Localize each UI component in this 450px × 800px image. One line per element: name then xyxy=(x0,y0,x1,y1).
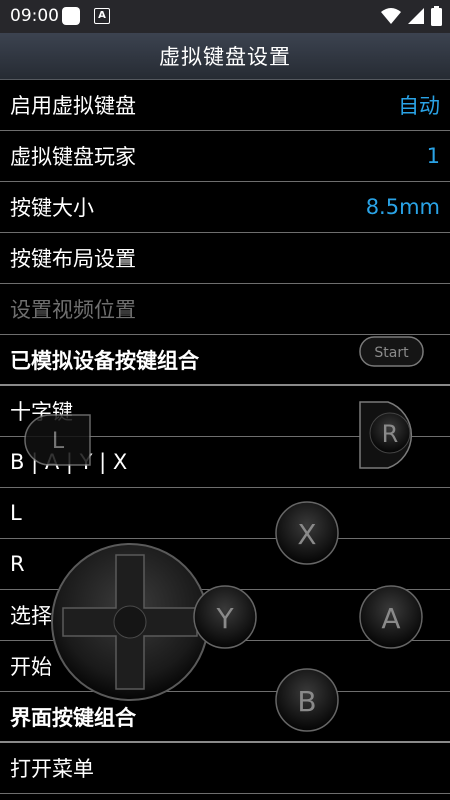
status-time: 09:00 xyxy=(10,6,59,26)
settings-row[interactable]: 打开菜单 xyxy=(0,743,450,794)
status-icons xyxy=(381,6,442,26)
settings-row-label: R xyxy=(10,552,25,576)
notification-badge: A xyxy=(94,8,110,24)
settings-row-label: 十字键 xyxy=(10,400,73,424)
settings-section-header: 界面按键组合 xyxy=(0,692,450,743)
settings-row[interactable]: 启用虚拟键盘 自动 xyxy=(0,80,450,131)
settings-row-label: L xyxy=(10,501,22,525)
settings-row-value: 自动 xyxy=(398,94,440,118)
settings-row: 设置视频位置 xyxy=(0,284,450,335)
page-title: 虚拟键盘设置 xyxy=(159,45,291,69)
settings-row-label: 已模拟设备按键组合 xyxy=(10,348,199,373)
settings-row[interactable]: 选择 xyxy=(0,590,450,641)
settings-row-label: 界面按键组合 xyxy=(10,705,136,730)
settings-row-value: 8.5mm xyxy=(365,195,440,219)
status-bar: 09:00 A xyxy=(0,0,450,33)
settings-row[interactable]: B | A | Y | X xyxy=(0,437,450,488)
settings-row[interactable]: R xyxy=(0,539,450,590)
notification-icon xyxy=(62,7,80,25)
wifi-icon xyxy=(381,8,401,24)
signal-icon xyxy=(408,8,424,24)
settings-row-label: 启用虚拟键盘 xyxy=(10,94,136,118)
settings-list: 启用虚拟键盘 自动虚拟键盘玩家 1 按键大小 8.5mm 按键布局设置 设置视频位置已模拟设… xyxy=(0,80,450,794)
battery-icon xyxy=(431,6,442,26)
settings-row[interactable]: 开始 xyxy=(0,641,450,692)
settings-row[interactable]: L xyxy=(0,488,450,539)
settings-section-header: 已模拟设备按键组合 xyxy=(0,335,450,386)
settings-row-label: 选择 xyxy=(10,604,52,628)
settings-row[interactable]: 虚拟键盘玩家 1 xyxy=(0,131,450,182)
settings-row-label: 按键大小 xyxy=(10,196,94,220)
settings-row[interactable]: 按键布局设置 xyxy=(0,233,450,284)
settings-row[interactable]: 按键大小 8.5mm xyxy=(0,182,450,233)
settings-row-label: B | A | Y | X xyxy=(10,450,128,474)
settings-row-label: 虚拟键盘玩家 xyxy=(10,145,136,169)
settings-row-value: 1 xyxy=(426,144,440,168)
settings-row[interactable]: 十字键 xyxy=(0,386,450,437)
app-bar: 虚拟键盘设置 xyxy=(0,33,450,80)
settings-row-label: 打开菜单 xyxy=(10,757,94,781)
settings-row-label: 按键布局设置 xyxy=(10,247,136,271)
settings-row-label: 开始 xyxy=(10,655,52,679)
settings-row-label: 设置视频位置 xyxy=(10,298,136,322)
